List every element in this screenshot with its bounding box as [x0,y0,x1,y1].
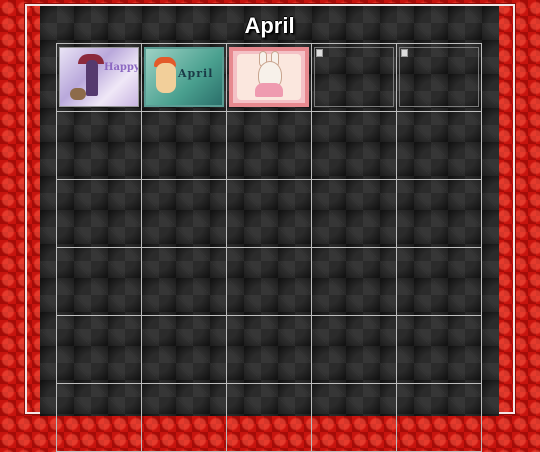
grid-cell [311,179,397,248]
grid-cell [226,179,312,248]
grid-cell [311,315,397,384]
grid-row [56,383,482,452]
grid-cell: Happy [56,43,142,112]
grid-cell [311,43,397,112]
grid-cell [396,179,482,248]
girl-figure [156,63,176,93]
grid-cell [56,179,142,248]
grid-row: Happy April [56,43,482,112]
thumb-woman-umbrella[interactable]: Happy [59,47,139,107]
grid-cell [226,111,312,180]
grid-cell: April [141,43,227,112]
grid-row [56,179,482,248]
grid-cell [396,383,482,452]
grid-cell [141,315,227,384]
grid-cell [56,315,142,384]
dog-figure [70,88,86,100]
grid-cell [311,383,397,452]
bunny-dress [255,83,283,97]
page-title: April [244,13,295,38]
thumb-broken-2[interactable] [399,47,479,107]
content-panel: April Happy April [40,6,499,452]
woman-figure [86,60,98,96]
grid-cell [141,383,227,452]
grid-cell [56,247,142,316]
thumb-text: April [178,67,214,80]
thumbnail-grid: Happy April [56,43,482,452]
grid-cell [396,43,482,112]
grid-cell [226,43,312,112]
broken-image-icon [401,49,408,57]
grid-cell [141,247,227,316]
thumb-bunny[interactable] [229,47,309,107]
grid-cell [226,383,312,452]
thumb-text: Happy [104,62,139,73]
thumb-broken-1[interactable] [314,47,394,107]
grid-row [56,111,482,180]
grid-cell [311,247,397,316]
thumb-girl-april[interactable]: April [144,47,224,107]
broken-image-icon [316,49,323,57]
grid-cell [56,383,142,452]
grid-cell [141,179,227,248]
grid-row [56,315,482,384]
grid-row [56,247,482,316]
grid-cell [56,111,142,180]
grid-cell [396,111,482,180]
grid-cell [141,111,227,180]
grid-cell [226,315,312,384]
grid-cell [226,247,312,316]
grid-cell [396,247,482,316]
grid-cell [311,111,397,180]
grid-cell [396,315,482,384]
